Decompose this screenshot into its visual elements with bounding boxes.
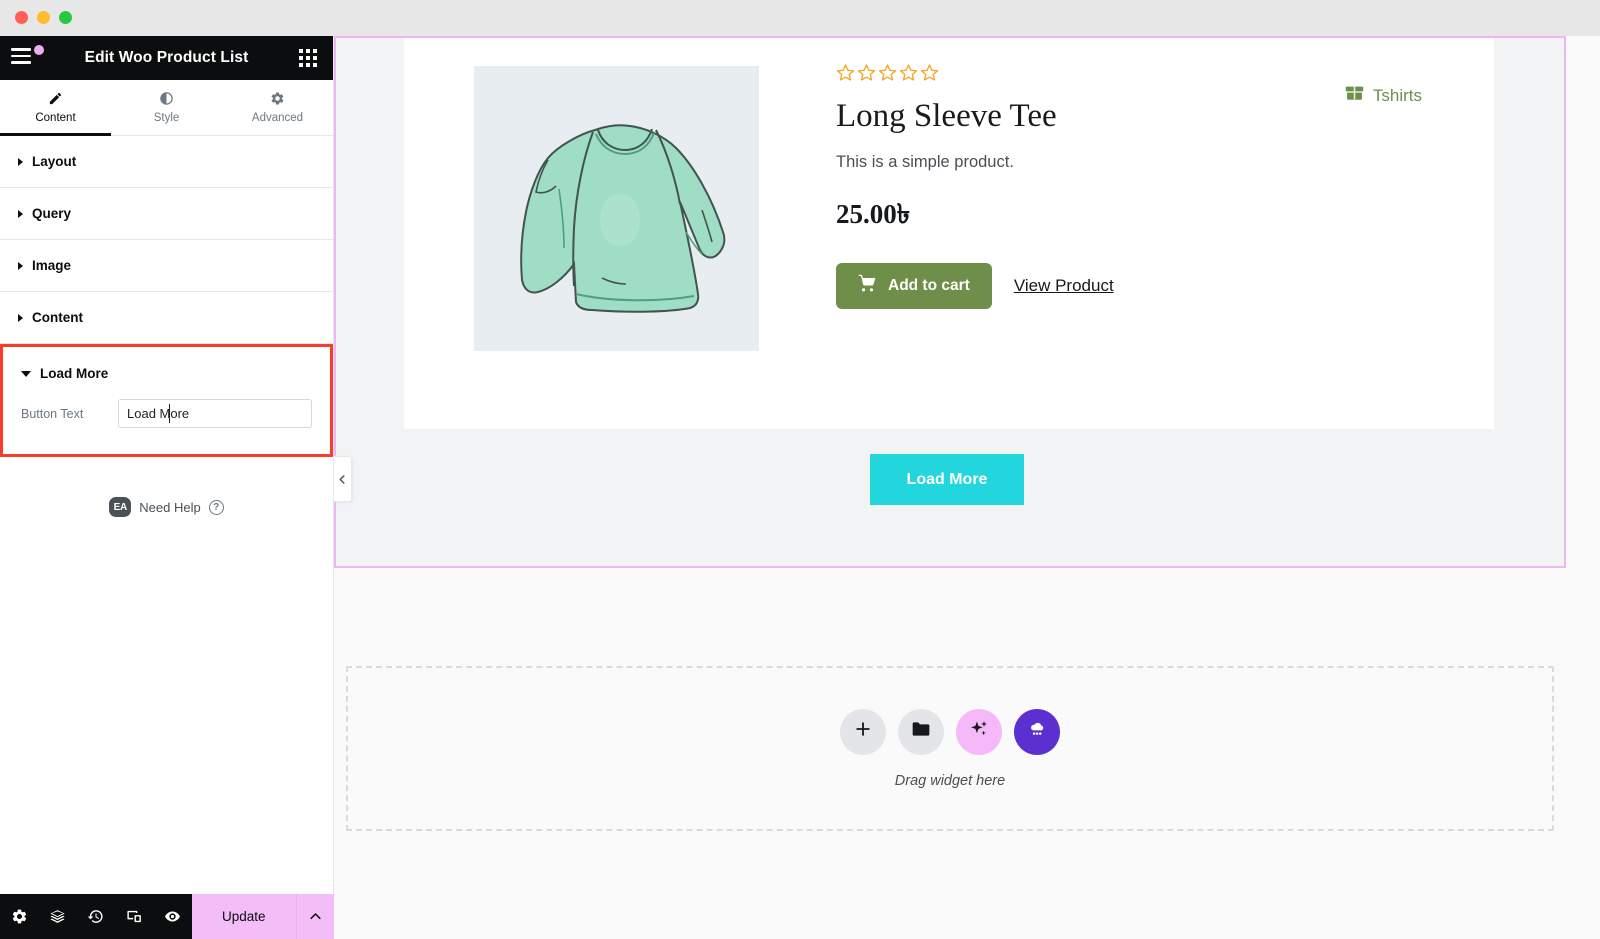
editor-canvas: Long Sleeve Tee This is a simple product… xyxy=(334,36,1600,939)
add-template-button[interactable] xyxy=(898,708,944,755)
preview-eye-icon[interactable] xyxy=(154,894,192,939)
tab-advanced[interactable]: Advanced xyxy=(222,80,333,135)
selected-section[interactable]: Long Sleeve Tee This is a simple product… xyxy=(334,36,1566,568)
add-to-cart-button[interactable]: Add to cart xyxy=(836,263,992,310)
plus-icon xyxy=(853,719,873,744)
section-load-more[interactable]: Load More xyxy=(3,347,330,399)
dropzone-buttons xyxy=(840,708,1060,755)
folder-icon xyxy=(911,719,931,744)
window-close-button[interactable] xyxy=(15,11,28,24)
chevron-right-icon xyxy=(18,313,23,322)
view-product-link[interactable]: View Product xyxy=(1014,276,1114,296)
panel-footer: Update xyxy=(0,894,334,939)
product-description: This is a simple product. xyxy=(836,153,1014,172)
star-icon xyxy=(920,63,939,87)
panel-collapse-handle[interactable] xyxy=(334,456,352,502)
star-icon xyxy=(899,63,918,87)
sparkles-icon xyxy=(969,719,989,744)
section-query[interactable]: Query xyxy=(0,188,333,240)
add-element-button[interactable] xyxy=(840,708,886,755)
button-text-input-wrapper xyxy=(118,399,312,428)
product-category-label: Tshirts xyxy=(1372,85,1422,105)
tab-content-label: Content xyxy=(35,112,76,124)
add-to-cart-label: Add to cart xyxy=(888,277,970,295)
ai-button[interactable] xyxy=(956,708,1002,755)
history-clock-icon[interactable] xyxy=(77,894,115,939)
tshirt-illustration-icon xyxy=(474,66,759,351)
panel-header: Edit Woo Product List xyxy=(0,36,333,80)
section-load-more-label: Load More xyxy=(40,365,109,381)
product-actions: Add to cart View Product xyxy=(836,263,1456,310)
widget-dropzone[interactable]: Drag widget here xyxy=(346,666,1554,831)
need-help-link[interactable]: EA Need Help ? xyxy=(0,497,333,517)
app-cloud-button[interactable] xyxy=(1014,708,1060,755)
shopping-cart-icon xyxy=(858,274,877,298)
chevron-up-icon[interactable] xyxy=(295,894,334,939)
section-layout[interactable]: Layout xyxy=(0,136,333,188)
contrast-icon xyxy=(159,91,174,106)
chevron-right-icon xyxy=(18,209,23,218)
section-image-label: Image xyxy=(32,258,72,273)
page-title: Edit Woo Product List xyxy=(84,49,249,66)
gear-icon xyxy=(270,91,285,106)
chevron-right-icon xyxy=(18,261,23,270)
button-text-label: Button Text xyxy=(21,406,84,421)
product-price: 25.00৳ xyxy=(836,199,911,230)
section-content-label: Content xyxy=(32,310,83,325)
button-text-input[interactable] xyxy=(118,399,312,428)
window-titlebar xyxy=(0,0,1600,36)
tab-content[interactable]: Content xyxy=(0,80,111,136)
dropzone-label: Drag widget here xyxy=(894,772,1006,789)
apps-grid-icon[interactable] xyxy=(299,49,317,67)
question-mark-icon[interactable]: ? xyxy=(208,499,224,515)
section-layout-label: Layout xyxy=(32,154,77,169)
elementor-panel: Edit Woo Product List Content Style Adva… xyxy=(0,36,334,939)
product-card: Long Sleeve Tee This is a simple product… xyxy=(404,38,1494,429)
tab-style-label: Style xyxy=(153,112,180,124)
section-content[interactable]: Content xyxy=(0,292,333,344)
essential-addons-badge-icon: EA xyxy=(109,497,132,517)
tab-style[interactable]: Style xyxy=(111,80,222,135)
section-query-label: Query xyxy=(32,206,72,221)
section-load-more-highlight: Load More Button Text xyxy=(0,344,333,457)
cloud-dots-icon xyxy=(1027,719,1047,744)
navigator-layers-icon[interactable] xyxy=(38,894,76,939)
chevron-right-icon xyxy=(18,157,23,166)
window-zoom-button[interactable] xyxy=(59,11,72,24)
star-icon xyxy=(857,63,876,87)
star-icon xyxy=(878,63,897,87)
responsive-devices-icon[interactable] xyxy=(115,894,153,939)
settings-gear-icon[interactable] xyxy=(0,894,38,939)
rating-stars[interactable] xyxy=(836,63,1456,87)
tab-advanced-label: Advanced xyxy=(251,112,304,124)
notification-dot-icon xyxy=(34,45,44,55)
star-icon xyxy=(836,63,855,87)
hamburger-menu-icon[interactable] xyxy=(11,45,44,70)
window-minimize-button[interactable] xyxy=(37,11,50,24)
text-caret xyxy=(169,404,170,423)
need-help-label: Need Help xyxy=(139,499,201,515)
section-image[interactable]: Image xyxy=(0,240,333,292)
product-image[interactable] xyxy=(474,66,759,351)
load-more-button[interactable]: Load More xyxy=(870,454,1024,505)
pencil-icon xyxy=(48,91,63,106)
panel-tabs: Content Style Advanced xyxy=(0,80,333,136)
update-button[interactable]: Update xyxy=(191,894,296,939)
button-text-control-row: Button Text xyxy=(3,399,330,454)
chevron-down-icon xyxy=(21,371,31,377)
product-category[interactable]: Tshirts xyxy=(1345,85,1422,106)
update-button-label: Update xyxy=(221,909,266,924)
folder-box-icon xyxy=(1345,85,1364,106)
